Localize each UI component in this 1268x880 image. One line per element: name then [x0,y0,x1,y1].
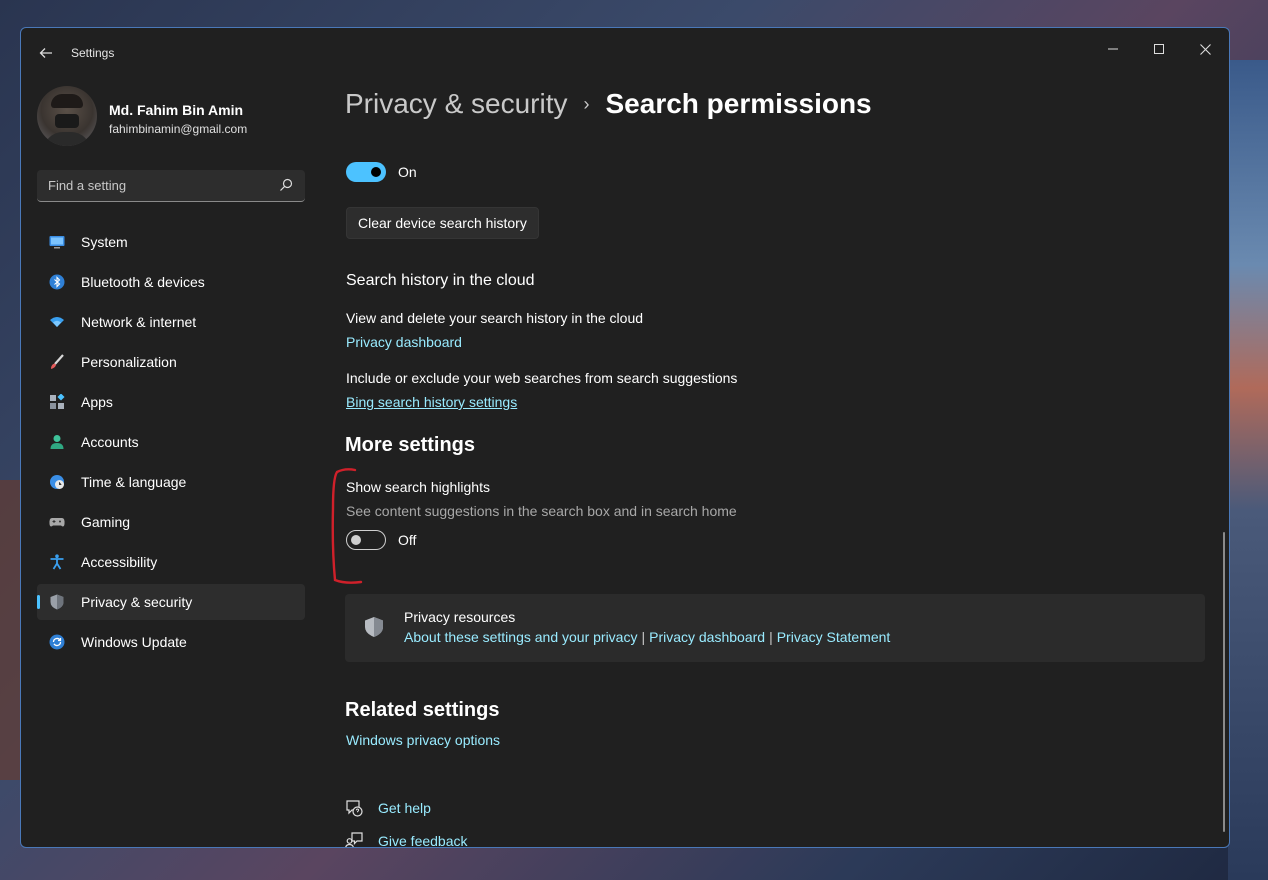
windows-privacy-options-link[interactable]: Windows privacy options [346,732,500,748]
settings-window: Settings Md. Fahim Bin Amin fahimbinamin… [20,27,1230,848]
link-separator: | [769,629,773,645]
about-settings-privacy-link[interactable]: About these settings and your privacy [404,629,637,645]
sidebar-item-accessibility[interactable]: Accessibility [37,544,305,580]
more-settings-heading: More settings [345,434,476,456]
breadcrumb-parent[interactable]: Privacy & security [345,88,568,120]
sidebar-item-label: Network & internet [81,314,197,330]
related-settings-heading: Related settings [345,699,500,721]
maximize-button[interactable] [1136,34,1182,64]
minimize-button[interactable] [1090,34,1136,64]
shield-icon [365,617,383,637]
search-highlights-title: Show search highlights [346,479,490,495]
sidebar-item-label: Accounts [81,434,139,450]
sidebar-item-label: Bluetooth & devices [81,274,205,290]
breadcrumb-separator: › [583,93,590,114]
wifi-icon [50,317,64,327]
sidebar-item-apps[interactable]: Apps [37,384,305,420]
maximize-icon [1154,44,1164,54]
privacy-resources-title: Privacy resources [404,609,516,625]
close-icon [1199,43,1211,55]
search-highlights-toggle[interactable] [346,530,386,550]
feedback-icon [345,832,363,847]
user-email: fahimbinamin@gmail.com [109,122,248,136]
get-help-row[interactable]: Get help [345,799,431,817]
give-feedback-row[interactable]: Give feedback [345,832,468,847]
sidebar-item-label: Time & language [81,474,187,490]
sidebar-nav: System Bluetooth & devices Network & int… [37,224,305,664]
user-name: Md. Fahim Bin Amin [109,102,244,118]
link-separator: | [641,629,646,645]
sidebar-item-label: Personalization [81,354,177,370]
bluetooth-icon [49,274,65,290]
toggle-state-label: Off [398,532,417,548]
cloud-history-heading: Search history in the cloud [346,272,535,289]
main-content: Privacy & security › Search permissions … [331,72,1209,847]
toggle-state-label: On [398,164,417,180]
globe-clock-icon [50,475,64,489]
help-icon [346,800,363,817]
app-title: Settings [71,46,115,60]
sidebar-item-label: Gaming [81,514,131,530]
search-input[interactable] [37,170,267,200]
main-scrollbar[interactable] [1223,532,1225,832]
search-box [37,170,305,202]
minimize-icon [1108,48,1118,50]
sidebar-item-time-language[interactable]: Time & language [37,464,305,500]
back-arrow-icon [39,48,52,58]
sidebar-item-system[interactable]: System [37,224,305,260]
get-help-link[interactable]: Get help [378,800,431,816]
avatar [37,86,97,146]
clear-device-search-history-button[interactable]: Clear device search history [346,207,539,239]
page-title: Search permissions [605,88,872,119]
sidebar-item-windows-update[interactable]: Windows Update [37,624,305,660]
sidebar-item-label: Windows Update [81,634,187,650]
close-button[interactable] [1182,34,1228,64]
cloud-view-text: View and delete your search history in t… [346,310,644,326]
sidebar-item-bluetooth[interactable]: Bluetooth & devices [37,264,305,300]
apps-icon [50,394,65,409]
privacy-dashboard-link[interactable]: Privacy dashboard [346,334,462,350]
privacy-resources-links: About these settings and your privacy | … [404,629,890,645]
sidebar-item-gaming[interactable]: Gaming [37,504,305,540]
accessibility-icon [50,554,64,570]
back-button[interactable] [33,40,59,66]
cloud-include-text: Include or exclude your web searches fro… [346,370,738,386]
device-history-toggle-row: On [346,162,417,182]
gamepad-icon [49,518,65,527]
sidebar-item-label: System [81,234,128,250]
sidebar-item-label: Privacy & security [81,594,193,610]
update-icon [49,634,65,650]
sidebar-item-privacy-security[interactable]: Privacy & security [37,584,305,620]
bing-search-history-link[interactable]: Bing search history settings [346,394,517,410]
privacy-resources-card: Privacy resources About these settings a… [345,594,1205,662]
search-highlights-description: See content suggestions in the search bo… [346,503,737,519]
sidebar-item-network[interactable]: Network & internet [37,304,305,340]
shield-icon [50,594,64,610]
privacy-statement-link[interactable]: Privacy Statement [777,629,891,645]
search-icon[interactable] [279,178,293,192]
device-history-toggle[interactable] [346,162,386,182]
system-icon [49,236,65,249]
sidebar-item-label: Apps [81,394,113,410]
wallpaper-right [1228,60,1268,880]
breadcrumb: Privacy & security › Search permissions [345,88,872,120]
sidebar-item-accounts[interactable]: Accounts [37,424,305,460]
search-highlights-toggle-row: Off [346,530,416,550]
sidebar-item-label: Accessibility [81,554,158,570]
give-feedback-link[interactable]: Give feedback [378,833,468,847]
brush-icon [51,354,64,369]
sidebar-item-personalization[interactable]: Personalization [37,344,305,380]
person-icon [50,435,64,449]
privacy-dashboard-link[interactable]: Privacy dashboard [649,629,765,645]
title-bar: Settings [21,28,1229,72]
